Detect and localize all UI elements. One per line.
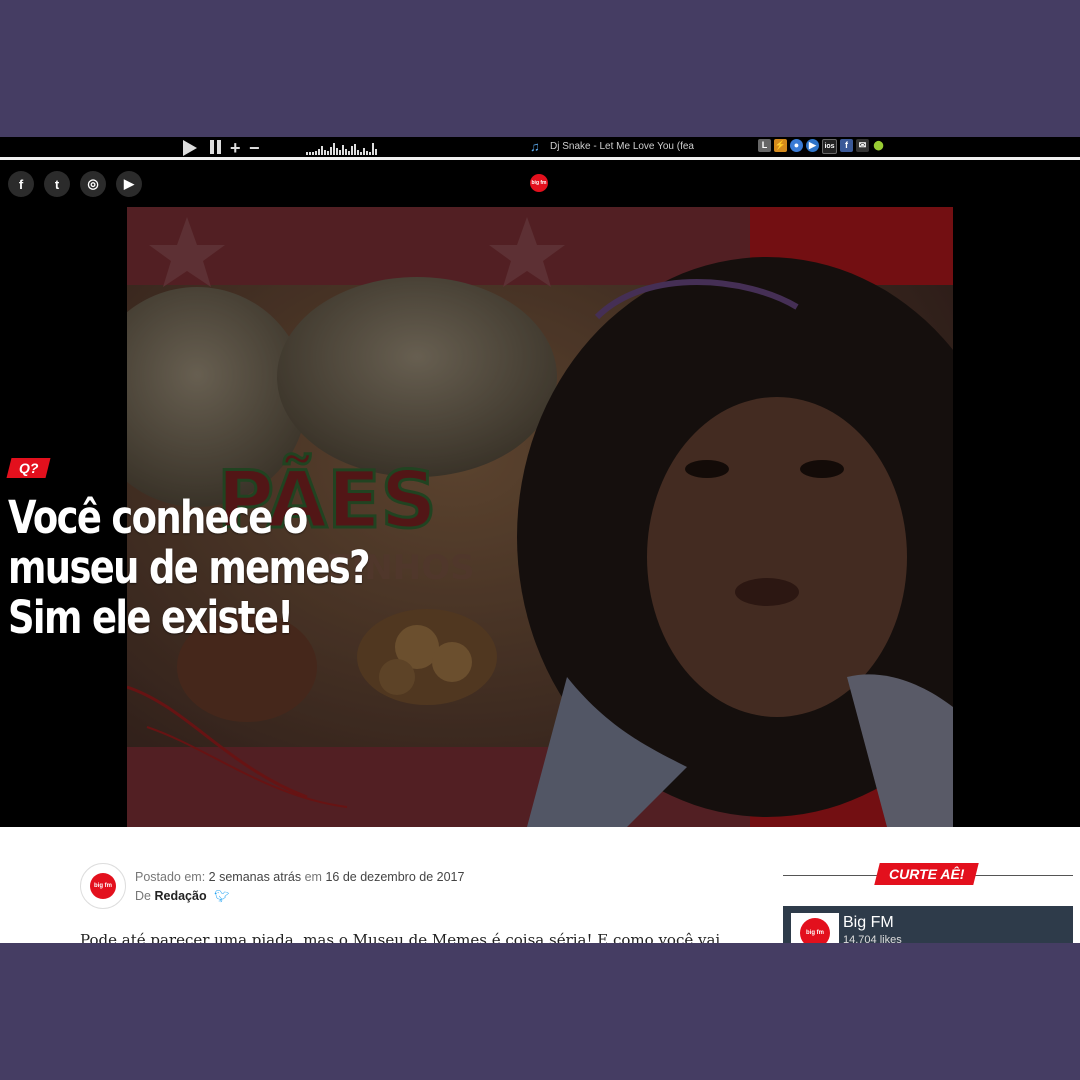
category-tag[interactable]: Q? [6,458,51,478]
author-avatar[interactable]: big fm [80,863,126,909]
equalizer-bar [312,152,314,155]
article-section: big fm Postado em: 2 semanas atrás em 16… [0,827,1080,943]
equalizer-bar [327,151,329,155]
logo-icon: big fm [90,873,116,899]
play-button[interactable] [183,140,197,156]
volume-down-button[interactable]: − [249,138,260,158]
equalizer-bar [306,152,308,155]
author-line: De Redação 🐦︎ [135,889,229,903]
now-playing-text: Dj Snake - Let Me Love You (fea [550,141,694,152]
equalizer-bar [363,148,365,155]
android-icon[interactable]: ⬤ [872,139,885,152]
equalizer-bar [351,146,353,155]
equalizer-bar [321,146,323,155]
twitter-icon[interactable]: t [44,171,70,197]
equalizer-bar [375,149,377,155]
chrome-icon[interactable]: ● [790,139,803,152]
posted-in: em [304,870,322,884]
equalizer-bar [369,152,371,155]
chat-icon[interactable]: ✉ [856,139,869,152]
page-avatar[interactable]: big fm [791,913,839,943]
equalizer-bar [342,145,344,155]
facebook-page-widget[interactable]: big fm Big FM 14.704 likes [783,906,1073,943]
equalizer-bar [333,143,335,155]
widget-title: CURTE AÊ! [874,863,980,885]
equalizer-bar [366,151,368,155]
equalizer-bar [309,152,311,155]
logo-icon: big fm [800,918,830,943]
lastfm-icon[interactable]: L [758,139,771,152]
page-likes: 14.704 likes [843,934,902,943]
equalizer-bar [345,149,347,155]
social-links: f t ◎ ▶ [8,171,142,197]
equalizer-bar [315,151,317,155]
equalizer-bar [357,150,359,155]
posted-label: Postado em: [135,870,206,884]
page-name[interactable]: Big FM [843,914,894,932]
player-app-links: L ⚡ ● ▶ ios f ✉ ⬤ [758,139,885,154]
instagram-icon[interactable]: ◎ [80,171,106,197]
equalizer-icon [306,141,377,155]
equalizer-bar [330,147,332,155]
post-date-line: Postado em: 2 semanas atrás em 16 de dez… [135,870,464,884]
winamp-icon[interactable]: ⚡ [774,139,787,152]
facebook-icon[interactable]: f [840,139,853,152]
equalizer-bar [339,150,341,155]
pause-button[interactable] [210,140,214,154]
equalizer-bar [372,143,374,155]
equalizer-bar [360,152,362,155]
article-body: Pode até parecer uma piada, mas o Museu … [80,931,720,943]
twitter-bird-icon[interactable]: 🐦︎ [214,889,229,903]
windows-media-icon[interactable]: ▶ [806,139,819,152]
equalizer-bar [318,149,320,155]
volume-up-button[interactable]: + [230,138,241,158]
equalizer-bar [354,144,356,155]
divider [0,157,1080,160]
ios-icon[interactable]: ios [822,139,837,154]
music-note-icon: ♫ [530,139,540,154]
radio-player-bar: + − ♫ Dj Snake - Let Me Love You (fea L … [0,137,1080,160]
youtube-icon[interactable]: ▶ [116,171,142,197]
site-logo[interactable]: big fm [530,174,548,192]
by-label: De [135,889,151,903]
website-screenshot: + − ♫ Dj Snake - Let Me Love You (fea L … [0,137,1080,943]
facebook-icon[interactable]: f [8,171,34,197]
equalizer-bar [348,151,350,155]
article-headline: Você conhece o museu de memes? Sim ele e… [8,491,370,644]
posted-relative: 2 semanas atrás [208,870,302,884]
author-name[interactable]: Redação [154,889,206,903]
posted-date: 16 de dezembro de 2017 [325,870,465,884]
equalizer-bar [324,150,326,155]
equalizer-bar [336,148,338,155]
